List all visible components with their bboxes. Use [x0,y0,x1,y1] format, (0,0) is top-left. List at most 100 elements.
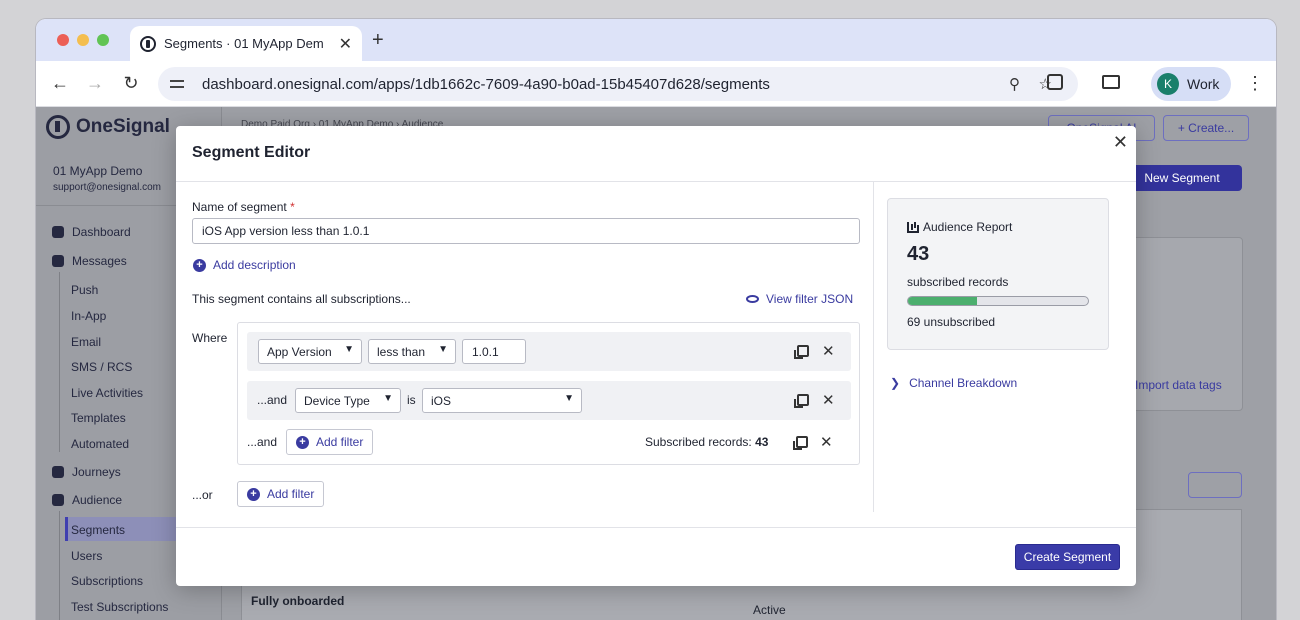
tab-title: Segments · 01 MyApp Demo | OneSignal [164,36,324,51]
more-menu-icon[interactable]: ⋮ [1246,73,1264,94]
eye-icon [746,295,759,303]
profile-button[interactable]: K Work [1151,67,1231,101]
sidebar-item-push[interactable]: Push [71,283,98,297]
import-data-tags-link[interactable]: Import data tags [1135,378,1222,392]
sidebar-item-journeys[interactable]: Journeys [52,465,121,479]
audience-report-title: Audience Report [907,220,1012,234]
filter-operator-select[interactable]: less than ▼ [368,339,456,364]
add-description-label: Add description [213,258,296,272]
add-filter-label: Add filter [316,435,364,449]
back-arrow-icon[interactable]: ← [49,73,71,94]
browser-tab[interactable]: Segments · 01 MyApp Demo | OneSignal ✕ [130,26,362,61]
audience-report-card: Audience Report 43 subscribed records 69… [887,198,1109,350]
create-segment-button[interactable]: Create Segment [1015,544,1120,570]
sidebar-item-live-activities[interactable]: Live Activities [71,386,143,400]
or-connector: ...or [192,488,213,502]
duplicate-icon[interactable] [794,345,809,359]
segment-name-label: Name of segment * [192,200,295,214]
channel-breakdown-label: Channel Breakdown [909,376,1018,390]
sidebar-item-dashboard[interactable]: Dashboard [52,225,131,239]
filter-value-input[interactable] [462,339,526,364]
panel-divider [873,182,874,512]
sidebar-item-email[interactable]: Email [71,335,101,349]
new-segment-button[interactable]: New Segment [1122,165,1242,191]
tab-bar: Segments · 01 MyApp Demo | OneSignal ✕ + [36,19,1276,61]
subscribed-records-value: 43 [755,435,769,449]
sort-button[interactable] [1188,472,1242,498]
sidebar-item-users[interactable]: Users [71,549,102,563]
and-connector: ...and [247,435,278,449]
modal-title: Segment Editor [192,144,311,161]
subscribed-progress-bar [907,296,1089,306]
remove-group-icon[interactable]: ✕ [820,435,833,450]
channel-breakdown-toggle[interactable]: ❯ Channel Breakdown [890,376,1017,390]
sidebar-tree-line [59,272,60,452]
subscribed-label: subscribed records [907,275,1009,289]
subscribed-records: Subscribed records: 43 [645,435,769,449]
journeys-icon [52,466,64,478]
brand-name: OneSignal [76,116,170,137]
segment-editor-modal: Segment Editor ✕ Name of segment * + Add… [176,126,1136,586]
sidebar-item-automated[interactable]: Automated [71,437,129,451]
filter-row: ...and Device Type ▼ is iOS ▼ ✕ [247,381,851,420]
remove-filter-icon[interactable]: ✕ [822,344,835,359]
create-button[interactable]: + Create... [1163,115,1249,141]
view-filter-json-link[interactable]: View filter JSON [746,292,853,306]
close-icon[interactable]: ✕ [1113,132,1128,153]
sidebar-item-label: Audience [72,493,123,507]
extensions-icon[interactable] [1047,74,1063,90]
sidebar-item-messages[interactable]: Messages [52,254,127,268]
remove-filter-icon[interactable]: ✕ [822,393,835,408]
sidebar-item-segments[interactable]: Segments [71,523,125,537]
filter-field-select[interactable]: App Version ▼ [258,339,362,364]
modal-divider [176,181,1136,182]
sidebar-item-in-app[interactable]: In-App [71,309,106,323]
sidebar-item-audience[interactable]: Audience [52,493,122,507]
segment-row-status: Active [753,603,786,617]
duplicate-icon[interactable] [794,394,809,408]
sidebar-item-label: Messages [72,254,127,268]
progress-fill [908,297,978,305]
required-mark: * [290,200,295,214]
org-name[interactable]: 01 MyApp Demo [53,164,142,178]
minimize-window-button[interactable] [77,34,89,46]
url-text[interactable]: dashboard.onesignal.com/apps/1db1662c-76… [202,76,770,93]
sidebar-item-test-subscriptions[interactable]: Test Subscriptions [71,600,168,614]
filter-value-select[interactable]: iOS ▼ [422,388,582,413]
zoom-icon[interactable]: ⚲ [1009,75,1020,93]
duplicate-group-icon[interactable] [793,436,808,450]
or-add-filter-button[interactable]: + Add filter [237,481,325,507]
close-window-button[interactable] [57,34,69,46]
forward-arrow-icon[interactable]: → [84,73,106,94]
new-tab-icon[interactable]: + [372,29,384,52]
sidebar-item-templates[interactable]: Templates [71,411,126,425]
browser-toolbar: ← → ↻ dashboard.onesignal.com/apps/1db16… [36,61,1276,107]
profile-name: Work [1187,76,1220,92]
add-description-link[interactable]: + Add description [193,258,296,272]
filter-group: App Version▼ less than▼ ✕ ...and Device … [237,322,860,465]
onesignal-logo-icon [46,115,70,139]
modal-footer-divider [176,527,1136,528]
dropdown-arrow-icon: ▼ [438,344,448,355]
filter-field-select[interactable]: Device Type ▼ [295,388,401,413]
add-filter-button[interactable]: + Add filter [286,429,374,455]
segment-name-input[interactable] [192,218,860,244]
sidebar-item-subscriptions[interactable]: Subscriptions [71,574,143,588]
cast-icon[interactable] [1102,75,1120,89]
site-settings-icon[interactable] [170,77,186,91]
maximize-window-button[interactable] [97,34,109,46]
org-email: support@onesignal.com [53,182,161,193]
reload-icon[interactable]: ↻ [120,73,142,94]
segment-row-name[interactable]: Fully onboarded [251,594,344,608]
dropdown-arrow-icon: ▼ [383,393,393,404]
sidebar-item-label: Journeys [72,465,121,479]
address-bar[interactable]: dashboard.onesignal.com/apps/1db1662c-76… [158,67,1078,101]
tab-close-icon[interactable]: ✕ [339,34,352,54]
plus-circle-icon: + [296,435,309,449]
plus-circle-icon: + [247,487,260,501]
sidebar-tree-line [59,511,60,620]
logo[interactable]: OneSignal [46,115,170,139]
sidebar-item-sms[interactable]: SMS / RCS [71,360,132,374]
where-label: Where [192,331,228,345]
sidebar-item-label: Dashboard [72,225,131,239]
